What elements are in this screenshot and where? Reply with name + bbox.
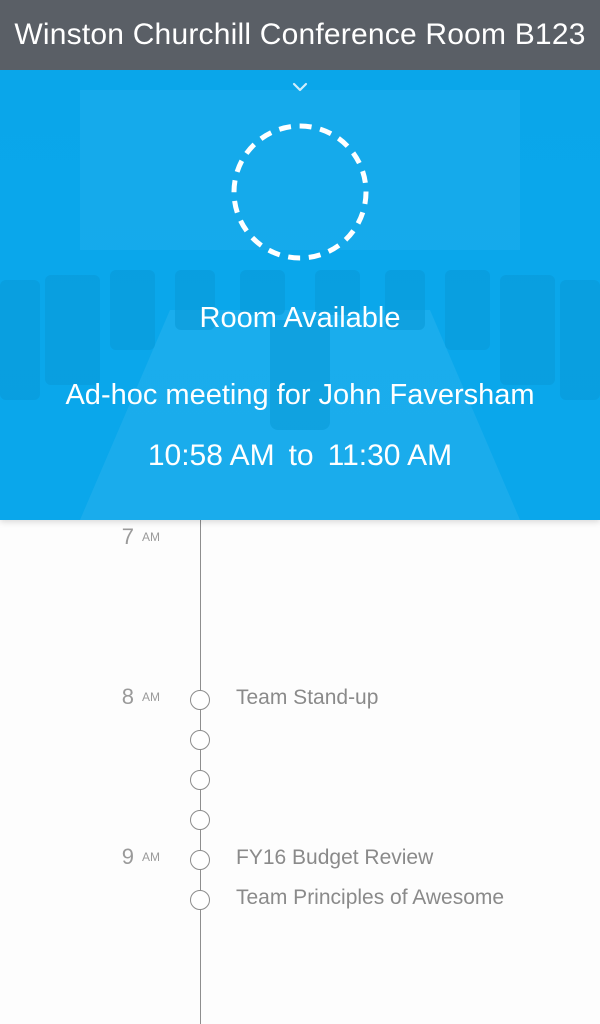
meeting-end-time: 11:30 AM [327,439,453,472]
current-meeting-title: Ad-hoc meeting for John Faversham [65,379,535,411]
hour-label-7am: 7 AM [0,524,160,550]
room-title: Winston Churchill Conference Room B123 [14,18,586,51]
room-status-label: Room Available [199,302,401,334]
hour-period: AM [142,850,160,864]
hour-number: 7 [121,524,134,549]
time-slot-marker[interactable] [190,810,210,830]
hour-label-9am: 9 AM [0,844,160,870]
collapse-chevron-button[interactable] [288,78,312,96]
chevron-down-icon [292,82,308,92]
availability-ring-icon [231,123,369,261]
event-team-principles-of-awesome[interactable]: Team Principles of Awesome [236,886,504,910]
hour-number: 9 [121,844,134,869]
time-slot-marker[interactable] [190,890,210,910]
event-fy16-budget-review[interactable]: FY16 Budget Review [236,846,433,870]
hour-number: 8 [121,684,134,709]
room-display: Winston Churchill Conference Room B123 R… [0,0,600,1024]
event-team-stand-up[interactable]: Team Stand-up [236,686,378,710]
header-bar: Winston Churchill Conference Room B123 [0,0,600,70]
time-slot-marker[interactable] [190,730,210,750]
current-meeting-time: 10:58 AM to 11:30 AM [0,439,600,473]
meeting-time-separator: to [288,439,314,472]
time-slot-marker[interactable] [190,690,210,710]
hour-label-8am: 8 AM [0,684,160,710]
time-slot-marker[interactable] [190,850,210,870]
meeting-start-time: 10:58 AM [147,439,275,472]
hour-period: AM [142,690,160,704]
time-slot-marker[interactable] [190,770,210,790]
status-panel: Room Available Ad-hoc meeting for John F… [0,70,600,520]
hour-period: AM [142,530,160,544]
schedule-timeline[interactable]: 7 AM 8 AM Team Stand-up 9 AM FY16 Budget Re… [0,520,600,1024]
